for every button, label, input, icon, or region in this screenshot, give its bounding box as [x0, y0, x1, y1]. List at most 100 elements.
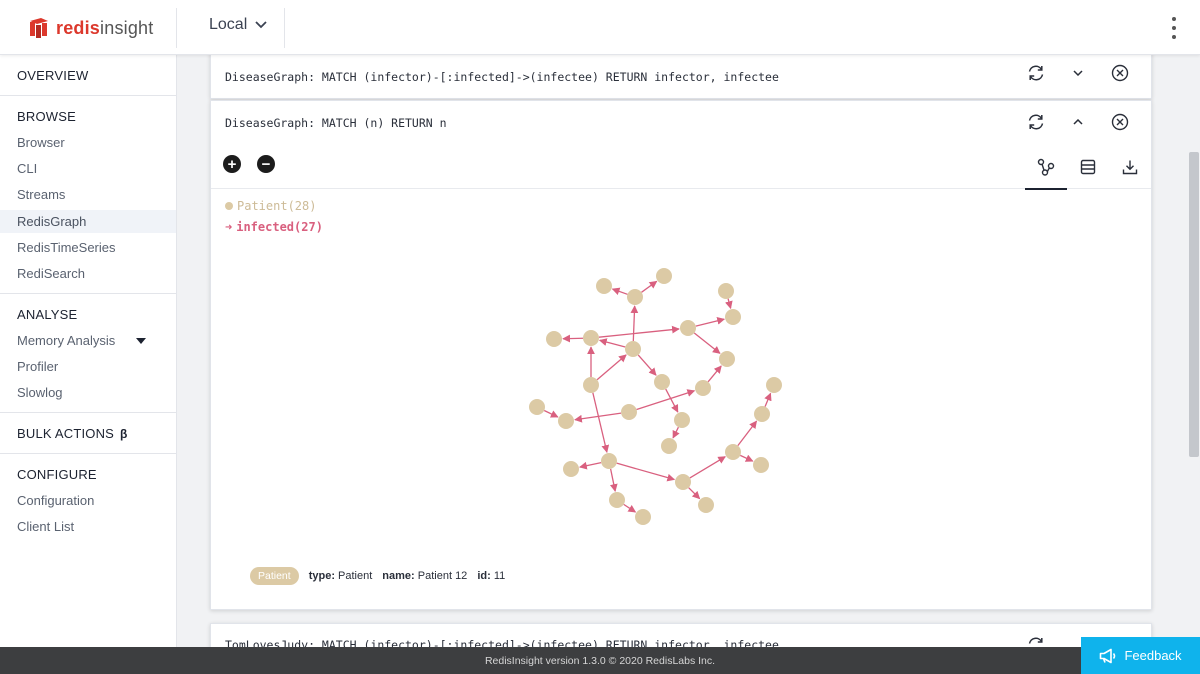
graph-edge[interactable]: [596, 354, 627, 381]
sidebar-item-redistimeseries[interactable]: RedisTimeSeries: [17, 233, 159, 255]
sidebar-item-browser[interactable]: Browser: [17, 124, 159, 150]
sidebar-item-profiler[interactable]: Profiler: [17, 348, 159, 374]
scrollbar-thumb[interactable]: [1189, 152, 1199, 457]
nav-overview[interactable]: OVERVIEW: [17, 68, 159, 83]
table-view-tab[interactable]: [1067, 145, 1109, 189]
nav-section-browse: BROWSE Browser CLI Streams RedisGraph Re…: [0, 96, 176, 294]
zoom-out-button[interactable]: −: [257, 155, 275, 173]
graph-edge[interactable]: [688, 487, 701, 500]
close-card-button[interactable]: [1099, 55, 1141, 94]
graph-node[interactable]: [766, 377, 782, 393]
graph-edge[interactable]: [637, 354, 657, 376]
sidebar-item-redisgraph[interactable]: RedisGraph: [0, 210, 176, 233]
database-selector[interactable]: Local: [209, 16, 267, 34]
refresh-button[interactable]: [1015, 55, 1057, 94]
graph-edge[interactable]: [665, 388, 679, 413]
redis-logo-icon: [30, 18, 48, 38]
sidebar-item-cli[interactable]: CLI: [17, 150, 159, 176]
refresh-icon: [1028, 637, 1043, 644]
property-id: id: 11: [477, 570, 506, 582]
sidebar-item-slowlog[interactable]: Slowlog: [17, 374, 159, 400]
graph-edge[interactable]: [764, 392, 772, 407]
graph-node[interactable]: [656, 268, 672, 284]
graph-node[interactable]: [635, 509, 651, 525]
query-results-area: DiseaseGraph: MATCH (infector)-[:infecte…: [177, 55, 1188, 647]
graph-node[interactable]: [627, 289, 643, 305]
graph-node[interactable]: [725, 444, 741, 460]
sidebar: OVERVIEW BROWSE Browser CLI Streams Redi…: [0, 55, 177, 647]
graph-edge[interactable]: [598, 338, 626, 348]
graph-edge[interactable]: [609, 468, 618, 492]
sidebar-item-memory-analysis[interactable]: Memory Analysis: [17, 322, 159, 348]
graph-node[interactable]: [698, 497, 714, 513]
sidebar-item-client-list[interactable]: Client List: [17, 508, 159, 534]
collapse-button[interactable]: [1057, 101, 1099, 143]
graph-toolbar: + −: [211, 145, 1151, 190]
sidebar-item-redisearch[interactable]: RediSearch: [17, 255, 159, 281]
graph-node[interactable]: [529, 399, 545, 415]
query-card-collapsed: TomLovesJudy: MATCH (infector)-[:infecte…: [210, 623, 1152, 647]
graph-node[interactable]: [546, 331, 562, 347]
graph-edge[interactable]: [616, 462, 676, 482]
graph-edge[interactable]: [579, 461, 602, 470]
beta-badge: β: [120, 427, 128, 441]
graph-node[interactable]: [675, 474, 691, 490]
graph-node[interactable]: [601, 453, 617, 469]
graph-node[interactable]: [680, 320, 696, 336]
graph-view-icon: [1037, 158, 1055, 176]
graph-edge[interactable]: [641, 280, 658, 293]
download-button[interactable]: [1109, 145, 1151, 189]
feedback-button[interactable]: Feedback: [1081, 637, 1200, 674]
graph-edge[interactable]: [611, 287, 628, 296]
graph-node[interactable]: [596, 278, 612, 294]
nav-bulk-actions[interactable]: BULK ACTIONS β: [17, 426, 159, 441]
expand-button[interactable]: [1057, 55, 1099, 94]
graph-view-tab[interactable]: [1025, 145, 1067, 190]
sidebar-item-streams[interactable]: Streams: [17, 176, 159, 202]
graph-node[interactable]: [558, 413, 574, 429]
graph-edge[interactable]: [592, 392, 610, 454]
refresh-button[interactable]: [1015, 624, 1057, 647]
refresh-button[interactable]: [1015, 101, 1057, 143]
graph-edge[interactable]: [689, 456, 726, 479]
graph-node[interactable]: [753, 457, 769, 473]
graph-node[interactable]: [754, 406, 770, 422]
graph-node[interactable]: [625, 341, 641, 357]
graph-edge[interactable]: [623, 503, 637, 513]
graph-node[interactable]: [609, 492, 625, 508]
graph-edge[interactable]: [725, 298, 733, 310]
top-bar: redisinsight Local: [0, 0, 1200, 55]
graph-edge[interactable]: [737, 420, 758, 447]
logo-text: redisinsight: [56, 17, 154, 38]
graph-edge[interactable]: [598, 325, 680, 338]
graph-edge[interactable]: [707, 365, 722, 383]
graph-node[interactable]: [674, 412, 690, 428]
graph-node[interactable]: [654, 374, 670, 390]
graph-node[interactable]: [725, 309, 741, 325]
graph-edge[interactable]: [636, 389, 696, 411]
node-label-chip[interactable]: Patient: [250, 567, 299, 585]
graph-edge[interactable]: [695, 317, 726, 327]
header-divider: [176, 8, 177, 48]
graph-node[interactable]: [695, 380, 711, 396]
graph-edge[interactable]: [543, 409, 559, 418]
graph-node[interactable]: [719, 351, 735, 367]
close-card-button[interactable]: [1099, 101, 1141, 143]
graph-canvas[interactable]: [211, 191, 1151, 561]
zoom-in-button[interactable]: +: [223, 155, 241, 173]
header-divider: [284, 8, 285, 48]
graph-node[interactable]: [661, 438, 677, 454]
graph-node[interactable]: [583, 330, 599, 346]
graph-node[interactable]: [718, 283, 734, 299]
graph-edge[interactable]: [672, 426, 680, 439]
redisinsight-logo[interactable]: redisinsight: [28, 15, 153, 41]
graph-node[interactable]: [621, 404, 637, 420]
graph-node[interactable]: [583, 377, 599, 393]
sidebar-item-configuration[interactable]: Configuration: [17, 482, 159, 508]
graph-edge[interactable]: [739, 454, 754, 462]
graph-edge[interactable]: [630, 305, 639, 342]
kebab-menu-icon[interactable]: [1172, 17, 1178, 39]
graph-edge[interactable]: [562, 334, 584, 343]
graph-node[interactable]: [563, 461, 579, 477]
graph-edge[interactable]: [693, 332, 721, 354]
